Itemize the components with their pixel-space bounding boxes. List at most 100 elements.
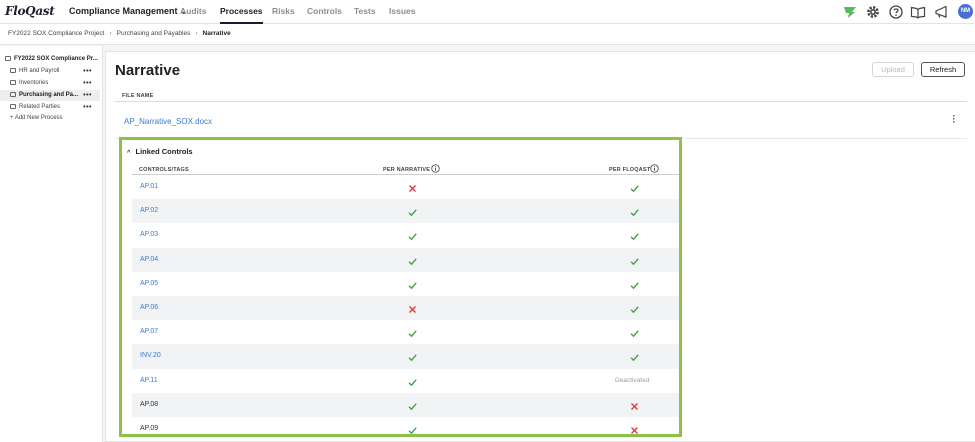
cross-icon xyxy=(629,399,640,410)
control-link[interactable]: AP.01 xyxy=(140,183,158,190)
check-icon xyxy=(629,205,640,217)
more-options-icon[interactable]: ••• xyxy=(83,90,92,101)
gear-icon[interactable] xyxy=(865,4,881,20)
col-header-controls: CONTROLS/TAGS xyxy=(139,167,189,173)
chevron-right-icon: › xyxy=(195,30,198,37)
control-link[interactable]: AP.03 xyxy=(140,231,158,238)
linked-controls-title: Linked Controls xyxy=(135,147,193,156)
control-link[interactable]: AP.11 xyxy=(140,377,158,384)
check-icon xyxy=(629,326,640,338)
product-switcher[interactable]: Compliance Management ⌄ xyxy=(69,6,187,16)
breadcrumb-project[interactable]: FY2022 SOX Compliance Project xyxy=(8,30,104,37)
file-link[interactable]: AP_Narrative_SOX.docx xyxy=(124,117,212,126)
refresh-button[interactable]: Refresh xyxy=(921,62,965,77)
nav-issues[interactable]: Issues xyxy=(389,6,415,16)
cross-icon xyxy=(407,181,418,192)
folder-icon xyxy=(10,68,16,73)
table-row: AP.03 xyxy=(132,223,679,247)
table-row: AP.05 xyxy=(132,272,679,296)
status-deactivated: Deactivated xyxy=(615,376,650,384)
check-icon xyxy=(629,350,640,362)
table-row: AP.04 xyxy=(132,247,679,272)
announcement-icon[interactable] xyxy=(934,4,950,20)
check-icon xyxy=(407,326,418,338)
page-title: Narrative xyxy=(115,62,181,79)
check-icon xyxy=(629,278,640,289)
table-row: AP.07 xyxy=(132,320,679,344)
control-id: AP.08 xyxy=(140,400,159,408)
nav-controls[interactable]: Controls xyxy=(307,6,342,16)
check-icon xyxy=(407,205,418,217)
control-link[interactable]: AP.05 xyxy=(140,280,158,287)
app-logo[interactable]: FloQast xyxy=(5,4,55,18)
sidebar-item-label: Related Parties xyxy=(19,104,61,110)
table-row: AP.08 xyxy=(132,392,679,417)
nav-processes[interactable]: Processes xyxy=(220,6,263,24)
table-row: AP.06 xyxy=(132,295,679,321)
sidebar-item-hr-payroll[interactable]: HR and Payroll ••• xyxy=(0,66,100,77)
check-icon xyxy=(407,423,418,434)
info-icon[interactable] xyxy=(431,164,440,173)
more-options-icon[interactable]: ••• xyxy=(83,78,92,89)
info-icon[interactable] xyxy=(650,164,659,173)
sidebar-item-label: Purchasing and Pa... xyxy=(19,92,79,98)
sidebar-item-inventories[interactable]: Inventories ••• xyxy=(0,78,100,89)
kebab-menu-icon[interactable]: · · · xyxy=(952,112,956,127)
check-icon xyxy=(629,254,640,265)
tree-root-project[interactable]: FY2022 SOX Compliance Pr... xyxy=(5,56,98,62)
floqast-logo-icon[interactable] xyxy=(842,4,858,20)
top-nav: FloQast Compliance Management ⌄ Audits Pr… xyxy=(0,0,975,24)
check-icon xyxy=(629,302,640,314)
check-icon xyxy=(407,399,418,410)
linked-controls-panel: ^ Linked Controls CONTROLS/TAGS PER NARRA… xyxy=(119,137,682,437)
tree-root-label: FY2022 SOX Compliance Pr... xyxy=(14,56,98,62)
col-header-floqast: PER FLOQAST xyxy=(609,167,651,173)
linked-controls-toggle[interactable]: ^ Linked Controls xyxy=(127,147,193,156)
control-id: AP.09 xyxy=(140,424,159,432)
nav-risks[interactable]: Risks xyxy=(272,6,295,16)
sidebar-item-related-parties[interactable]: Related Parties ••• xyxy=(0,102,100,113)
folder-icon xyxy=(10,80,16,85)
sidebar-item-label: HR and Payroll xyxy=(19,68,60,74)
table-row: AP.02 xyxy=(132,199,679,224)
control-link[interactable]: AP.06 xyxy=(140,304,158,311)
more-options-icon[interactable]: ••• xyxy=(83,66,92,77)
linked-controls-table: AP.01 AP.02 AP.03 AP.04 AP.05 AP.06 AP.07 INV.2… xyxy=(132,175,679,434)
avatar[interactable]: NM xyxy=(958,4,973,19)
book-icon[interactable] xyxy=(910,4,926,20)
folder-icon xyxy=(10,92,16,97)
folder-icon xyxy=(5,56,11,61)
nav-tests[interactable]: Tests xyxy=(354,6,376,16)
breadcrumb: FY2022 SOX Compliance Project › Purchasing… xyxy=(0,24,975,45)
check-icon xyxy=(407,254,418,265)
control-link[interactable]: INV.20 xyxy=(140,352,161,359)
control-link[interactable]: AP.07 xyxy=(140,328,158,335)
divider xyxy=(115,101,967,102)
process-sidebar: FY2022 SOX Compliance Pr... HR and Payro… xyxy=(0,46,103,442)
main-panel: Narrative Upload Refresh FILE NAME AP_Na… xyxy=(105,51,975,442)
product-label: Compliance Management xyxy=(69,6,178,16)
control-link[interactable]: AP.02 xyxy=(140,207,158,214)
chevron-right-icon: › xyxy=(109,30,112,37)
folder-icon xyxy=(10,104,16,109)
file-name-header: FILE NAME xyxy=(122,93,154,99)
help-icon[interactable] xyxy=(888,4,904,20)
add-new-process-button[interactable]: + Add New Process xyxy=(10,115,63,121)
check-icon xyxy=(629,181,640,193)
nav-audits[interactable]: Audits xyxy=(180,6,206,16)
check-icon xyxy=(407,278,418,289)
cross-icon xyxy=(629,423,640,434)
more-options-icon[interactable]: ••• xyxy=(83,102,92,113)
table-row: AP.01 xyxy=(132,175,679,199)
table-row: INV.20 xyxy=(132,344,679,369)
breadcrumb-current: Narrative xyxy=(202,30,231,37)
check-icon xyxy=(407,350,418,362)
upload-button[interactable]: Upload xyxy=(872,62,914,77)
col-header-narrative: PER NARRATIVE xyxy=(383,167,431,173)
breadcrumb-process[interactable]: Purchasing and Payables xyxy=(117,30,191,37)
control-link[interactable]: AP.04 xyxy=(140,256,158,263)
sidebar-item-purchasing[interactable]: Purchasing and Pa... ••• xyxy=(0,90,100,101)
check-icon xyxy=(407,229,418,241)
sidebar-item-label: Inventories xyxy=(19,80,49,86)
chevron-up-icon: ^ xyxy=(127,150,131,156)
